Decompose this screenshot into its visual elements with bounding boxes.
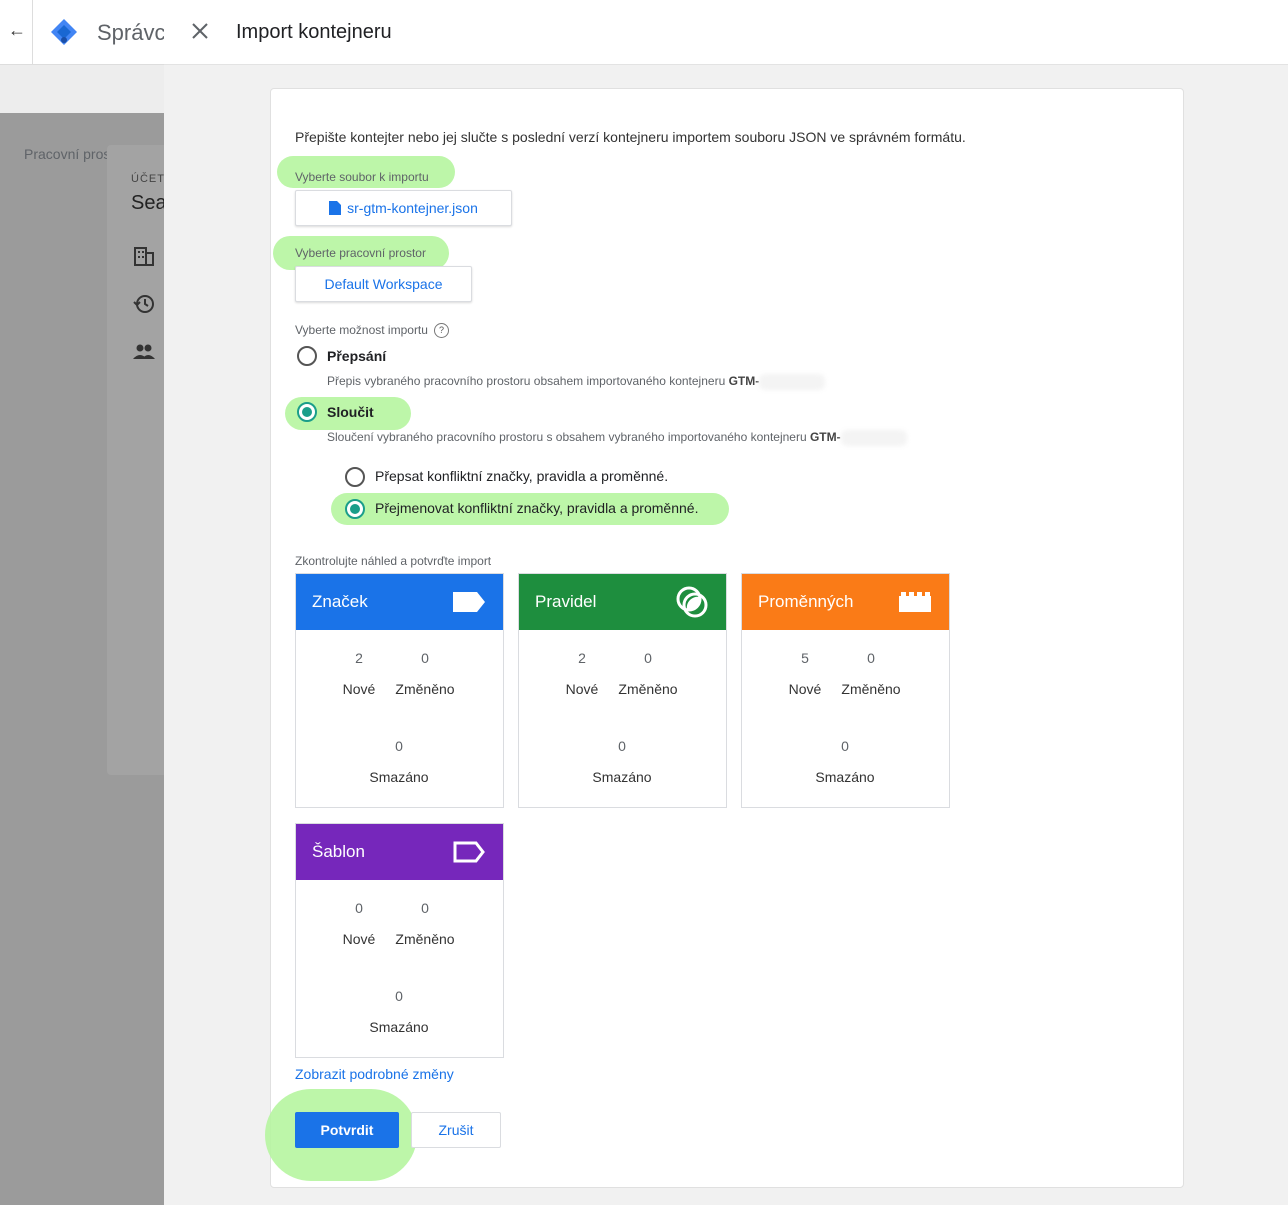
import-option-text: Vyberte možnost importu [295, 323, 428, 337]
gtm-prefix: GTM- [809, 430, 841, 445]
dialog-title: Import kontejneru [236, 21, 392, 43]
import-dialog: Import kontejneru Přepište kontejter neb… [164, 0, 1288, 1205]
label-deleted: Smazáno [815, 769, 875, 785]
option-overwrite-desc-text: Přepis vybraného pracovního prostoru obs… [327, 374, 729, 389]
label-changed: Změněno [618, 681, 678, 697]
count-changed: 0 [421, 650, 429, 666]
tile-header: Značek [296, 574, 503, 630]
tile-body: 0 0 Nové Změněno 0 Smazáno [296, 880, 503, 1057]
file-icon [329, 201, 342, 215]
workspace-select-button[interactable]: Default Workspace [295, 266, 472, 302]
help-icon[interactable]: ? [433, 323, 449, 339]
merge-rename-label[interactable]: Přejmenovat konfliktní značky, pravidla … [375, 500, 698, 516]
dialog-topbar: Import kontejneru [164, 0, 1288, 65]
count-deleted: 0 [395, 738, 403, 754]
file-name: sr-gtm-kontejner.json [347, 200, 478, 216]
account-label: ÚČET [131, 173, 165, 185]
count-new: 5 [801, 650, 809, 666]
preview-label: Zkontrolujte náhled a potvrďte import [295, 554, 492, 568]
tile-variables: Proměnných 5 0 Nové Změněno 0 Smazáno [741, 573, 950, 808]
tile-body: 5 0 Nové Změněno 0 Smazáno [742, 630, 949, 807]
count-deleted: 0 [841, 738, 849, 754]
app-title: Správc [97, 20, 164, 45]
cancel-button[interactable]: Zrušit [411, 1112, 501, 1148]
users-icon[interactable] [133, 341, 155, 363]
tile-tags: Značek 2 0 Nové Změněno 0 Smazáno [295, 573, 504, 808]
tile-body: 2 0 Nové Změněno 0 Smazáno [296, 630, 503, 807]
radio-overwrite[interactable] [297, 346, 317, 366]
label-deleted: Smazáno [369, 769, 429, 785]
file-label: Vyberte soubor k importu [295, 170, 429, 184]
tile-header: Proměnných [742, 574, 949, 630]
intro-text: Přepište kontejter nebo jej slučte s pos… [295, 129, 966, 145]
option-merge-desc: Sloučení vybraného pracovního prostoru s… [327, 430, 907, 446]
gtm-logo-icon [51, 19, 77, 45]
import-option-label: Vyberte možnost importu? [295, 323, 449, 339]
trigger-icon [676, 586, 708, 618]
label-changed: Změněno [395, 931, 455, 947]
count-deleted: 0 [618, 738, 626, 754]
building-icon[interactable] [133, 245, 155, 267]
merge-overwrite-label[interactable]: Přepsat konfliktní značky, pravidla a pr… [375, 468, 668, 484]
tag-icon [453, 592, 485, 612]
tile-title: Šablon [312, 842, 365, 861]
background-header: ← Správc [0, 0, 164, 65]
tile-title: Pravidel [535, 592, 597, 611]
tile-title: Proměnných [758, 592, 854, 611]
close-icon[interactable] [188, 19, 212, 43]
tile-body: 2 0 Nové Změněno 0 Smazáno [519, 630, 726, 807]
option-overwrite-title: Přepsání [327, 348, 387, 364]
gtm-prefix: GTM- [728, 374, 760, 389]
label-changed: Změněno [395, 681, 455, 697]
count-new: 2 [355, 650, 363, 666]
show-details-link[interactable]: Zobrazit podrobné změny [295, 1066, 454, 1082]
account-name: Sea [131, 192, 167, 214]
label-deleted: Smazáno [369, 1019, 429, 1035]
option-overwrite-desc: Přepis vybraného pracovního prostoru obs… [327, 374, 826, 390]
divider [32, 0, 33, 64]
workspace-name: Default Workspace [324, 276, 443, 292]
count-changed: 0 [867, 650, 875, 666]
tile-templates: Šablon 0 0 Nové Změněno 0 Smazáno [295, 823, 504, 1058]
tile-title: Značek [312, 592, 368, 611]
redacted-id [759, 374, 826, 390]
background-app: ← Správc Pracovní prostor ÚČET Sea [0, 0, 167, 1205]
tile-triggers: Pravidel 2 0 Nové Změněno 0 Smazáno [518, 573, 727, 808]
count-changed: 0 [644, 650, 652, 666]
workspace-bar: Pracovní prostor [0, 65, 164, 162]
history-icon[interactable] [133, 293, 155, 315]
radio-merge-rename[interactable] [345, 499, 365, 519]
tile-header: Pravidel [519, 574, 726, 630]
count-new: 0 [355, 900, 363, 916]
account-card [107, 145, 164, 775]
count-deleted: 0 [395, 988, 403, 1004]
redacted-id [840, 430, 907, 446]
variable-icon [899, 592, 931, 612]
file-select-button[interactable]: sr-gtm-kontejner.json [295, 190, 512, 226]
count-new: 2 [578, 650, 586, 666]
workspace-label: Vyberte pracovní prostor [295, 246, 426, 260]
label-changed: Změněno [841, 681, 901, 697]
label-deleted: Smazáno [592, 769, 652, 785]
tile-header: Šablon [296, 824, 503, 880]
template-icon [453, 841, 485, 863]
radio-merge[interactable] [297, 402, 317, 422]
confirm-button[interactable]: Potvrdit [295, 1112, 399, 1148]
option-merge-title: Sloučit [327, 404, 374, 420]
back-arrow-icon[interactable]: ← [8, 20, 26, 41]
import-card: Přepište kontejter nebo jej slučte s pos… [265, 88, 1184, 1188]
count-changed: 0 [421, 900, 429, 916]
option-merge-desc-text: Sloučení vybraného pracovního prostoru s… [327, 430, 810, 445]
radio-merge-overwrite[interactable] [345, 467, 365, 487]
